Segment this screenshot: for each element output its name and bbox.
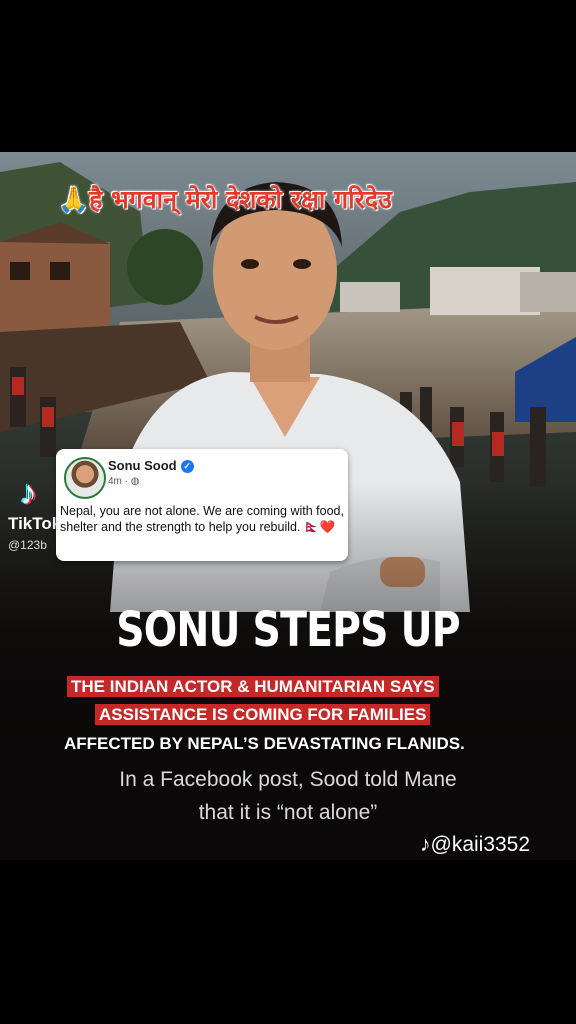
verified-badge-icon: ✓ bbox=[180, 460, 194, 474]
music-note-icon: ♪ bbox=[420, 833, 431, 856]
subline-2: ASSISTANCE IS COMING FOR FAMILIES bbox=[95, 704, 431, 725]
tiktok-brand-label: TikTok bbox=[8, 514, 62, 533]
post-timestamp: 4m · bbox=[108, 476, 131, 487]
poster-image: 🙏है भगवान् मेरो देशको रक्षा गरिदेउ ♪ Tik… bbox=[0, 152, 576, 860]
caption-line-2: that it is “not alone” bbox=[198, 801, 378, 824]
post-text: Nepal, you are not alone. We are coming … bbox=[60, 504, 344, 534]
facebook-post-card: Sonu Sood ✓ 4m · ◍ Nepal, you are not alo… bbox=[56, 449, 348, 561]
post-meta: 4m · ◍ bbox=[108, 476, 140, 487]
post-author: Sonu Sood ✓ bbox=[108, 458, 194, 474]
post-author-name: Sonu Sood bbox=[108, 458, 177, 473]
tiktok-watermark: ♪@kaii3352 bbox=[420, 833, 530, 857]
hindi-prayer-banner: 🙏है भगवान् मेरो देशको रक्षा गरिदेउ bbox=[58, 185, 392, 214]
subline-2-text: ASSISTANCE IS COMING FOR FAMILIES bbox=[95, 704, 431, 725]
subline-1-text: THE INDIAN ACTOR & HUMANITARIAN SAYS bbox=[67, 676, 439, 697]
subline-1: THE INDIAN ACTOR & HUMANITARIAN SAYS bbox=[67, 676, 439, 697]
caption-line-1: In a Facebook post, Sood told Mane bbox=[119, 768, 457, 791]
headline: SONU STEPS UP bbox=[116, 602, 460, 658]
tiktok-username: @123b bbox=[8, 538, 47, 552]
watermark-handle: @kaii3352 bbox=[430, 833, 531, 856]
tiktok-logo-icon: ♪ bbox=[20, 474, 37, 512]
globe-icon: ◍ bbox=[130, 476, 140, 487]
avatar bbox=[64, 457, 106, 499]
subline-3: AFFECTED BY NEPAL’S DEVASTATING FLANIDS. bbox=[64, 734, 465, 753]
